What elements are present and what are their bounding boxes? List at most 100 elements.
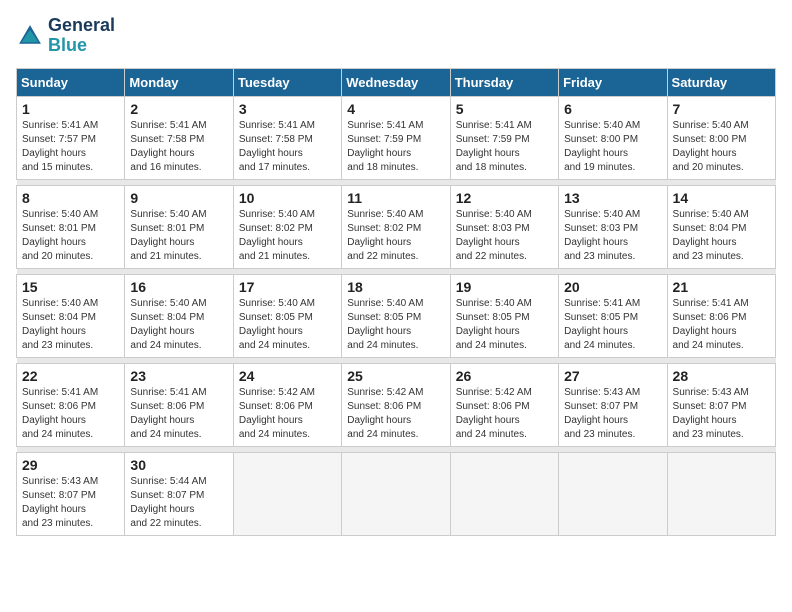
day-number: 23 [130, 368, 227, 384]
page-header: General Blue [16, 16, 776, 56]
calendar-day-cell: 14 Sunrise: 5:40 AMSunset: 8:04 PMDayligh… [667, 185, 775, 268]
weekday-header: Monday [125, 68, 233, 96]
day-number: 25 [347, 368, 444, 384]
logo-icon [16, 22, 44, 50]
calendar-day-cell: 1 Sunrise: 5:41 AMSunset: 7:57 PMDaylight… [17, 96, 125, 179]
day-number: 17 [239, 279, 336, 295]
day-number: 29 [22, 457, 119, 473]
day-detail: Sunrise: 5:40 AMSunset: 8:04 PMDaylight … [130, 298, 206, 351]
day-number: 26 [456, 368, 553, 384]
day-detail: Sunrise: 5:42 AMSunset: 8:06 PMDaylight … [347, 387, 423, 440]
calendar-day-cell: 18 Sunrise: 5:40 AMSunset: 8:05 PMDayligh… [342, 274, 450, 357]
day-number: 7 [673, 101, 770, 117]
day-number: 16 [130, 279, 227, 295]
day-detail: Sunrise: 5:41 AMSunset: 7:59 PMDaylight … [347, 120, 423, 173]
calendar-day-cell [233, 452, 341, 535]
day-detail: Sunrise: 5:43 AMSunset: 8:07 PMDaylight … [564, 387, 640, 440]
weekday-header: Friday [559, 68, 667, 96]
weekday-header: Saturday [667, 68, 775, 96]
calendar-day-cell: 24 Sunrise: 5:42 AMSunset: 8:06 PMDayligh… [233, 363, 341, 446]
day-detail: Sunrise: 5:41 AMSunset: 8:06 PMDaylight … [22, 387, 98, 440]
day-number: 6 [564, 101, 661, 117]
day-detail: Sunrise: 5:41 AMSunset: 8:06 PMDaylight … [130, 387, 206, 440]
calendar-day-cell: 8 Sunrise: 5:40 AMSunset: 8:01 PMDaylight… [17, 185, 125, 268]
calendar-day-cell [342, 452, 450, 535]
weekday-header: Tuesday [233, 68, 341, 96]
day-detail: Sunrise: 5:40 AMSunset: 8:05 PMDaylight … [239, 298, 315, 351]
day-detail: Sunrise: 5:40 AMSunset: 8:03 PMDaylight … [564, 209, 640, 262]
day-detail: Sunrise: 5:41 AMSunset: 7:57 PMDaylight … [22, 120, 98, 173]
day-number: 18 [347, 279, 444, 295]
day-detail: Sunrise: 5:40 AMSunset: 8:03 PMDaylight … [456, 209, 532, 262]
day-number: 9 [130, 190, 227, 206]
calendar-day-cell: 16 Sunrise: 5:40 AMSunset: 8:04 PMDayligh… [125, 274, 233, 357]
weekday-header-row: SundayMondayTuesdayWednesdayThursdayFrid… [17, 68, 776, 96]
calendar-day-cell: 20 Sunrise: 5:41 AMSunset: 8:05 PMDayligh… [559, 274, 667, 357]
day-number: 20 [564, 279, 661, 295]
calendar-day-cell: 19 Sunrise: 5:40 AMSunset: 8:05 PMDayligh… [450, 274, 558, 357]
calendar-day-cell: 7Sunrise: 5:40 AMSunset: 8:00 PMDaylight… [667, 96, 775, 179]
calendar-day-cell: 2 Sunrise: 5:41 AMSunset: 7:58 PMDaylight… [125, 96, 233, 179]
calendar-day-cell: 13 Sunrise: 5:40 AMSunset: 8:03 PMDayligh… [559, 185, 667, 268]
day-detail: Sunrise: 5:41 AMSunset: 7:58 PMDaylight … [130, 120, 206, 173]
calendar-week-row: 29 Sunrise: 5:43 AMSunset: 8:07 PMDayligh… [17, 452, 776, 535]
calendar-day-cell [450, 452, 558, 535]
day-detail: Sunrise: 5:43 AMSunset: 8:07 PMDaylight … [673, 387, 749, 440]
calendar-day-cell: 6 Sunrise: 5:40 AMSunset: 8:00 PMDaylight… [559, 96, 667, 179]
calendar-day-cell: 22 Sunrise: 5:41 AMSunset: 8:06 PMDayligh… [17, 363, 125, 446]
calendar-day-cell: 3 Sunrise: 5:41 AMSunset: 7:58 PMDaylight… [233, 96, 341, 179]
day-number: 10 [239, 190, 336, 206]
day-number: 14 [673, 190, 770, 206]
calendar-day-cell: 5Sunrise: 5:41 AMSunset: 7:59 PMDaylight… [450, 96, 558, 179]
day-number: 24 [239, 368, 336, 384]
day-number: 21 [673, 279, 770, 295]
day-number: 1 [22, 101, 119, 117]
day-detail: Sunrise: 5:40 AMSunset: 8:02 PMDaylight … [347, 209, 423, 262]
day-detail: Sunrise: 5:42 AMSunset: 8:06 PMDaylight … [456, 387, 532, 440]
day-detail: Sunrise: 5:40 AMSunset: 8:01 PMDaylight … [130, 209, 206, 262]
day-detail: Sunrise: 5:42 AMSunset: 8:06 PMDaylight … [239, 387, 315, 440]
calendar-day-cell: 25 Sunrise: 5:42 AMSunset: 8:06 PMDayligh… [342, 363, 450, 446]
day-number: 27 [564, 368, 661, 384]
calendar-day-cell: 27 Sunrise: 5:43 AMSunset: 8:07 PMDayligh… [559, 363, 667, 446]
day-number: 4 [347, 101, 444, 117]
calendar-day-cell: 21Sunrise: 5:41 AMSunset: 8:06 PMDayligh… [667, 274, 775, 357]
day-detail: Sunrise: 5:40 AMSunset: 8:01 PMDaylight … [22, 209, 98, 262]
day-number: 2 [130, 101, 227, 117]
calendar-day-cell: 15Sunrise: 5:40 AMSunset: 8:04 PMDayligh… [17, 274, 125, 357]
day-detail: Sunrise: 5:41 AMSunset: 8:05 PMDaylight … [564, 298, 640, 351]
calendar-day-cell: 11Sunrise: 5:40 AMSunset: 8:02 PMDayligh… [342, 185, 450, 268]
calendar-table: SundayMondayTuesdayWednesdayThursdayFrid… [16, 68, 776, 536]
weekday-header: Thursday [450, 68, 558, 96]
day-number: 15 [22, 279, 119, 295]
day-number: 3 [239, 101, 336, 117]
day-number: 30 [130, 457, 227, 473]
calendar-day-cell [667, 452, 775, 535]
day-number: 12 [456, 190, 553, 206]
calendar-day-cell: 28Sunrise: 5:43 AMSunset: 8:07 PMDayligh… [667, 363, 775, 446]
day-detail: Sunrise: 5:40 AMSunset: 8:05 PMDaylight … [456, 298, 532, 351]
day-detail: Sunrise: 5:40 AMSunset: 8:00 PMDaylight … [564, 120, 640, 173]
calendar-day-cell: 12 Sunrise: 5:40 AMSunset: 8:03 PMDayligh… [450, 185, 558, 268]
calendar-week-row: 8 Sunrise: 5:40 AMSunset: 8:01 PMDaylight… [17, 185, 776, 268]
day-number: 13 [564, 190, 661, 206]
calendar-week-row: 22 Sunrise: 5:41 AMSunset: 8:06 PMDayligh… [17, 363, 776, 446]
calendar-day-cell: 29 Sunrise: 5:43 AMSunset: 8:07 PMDayligh… [17, 452, 125, 535]
logo: General Blue [16, 16, 115, 56]
logo-text: General Blue [48, 16, 115, 56]
day-number: 8 [22, 190, 119, 206]
calendar-day-cell: 10 Sunrise: 5:40 AMSunset: 8:02 PMDayligh… [233, 185, 341, 268]
calendar-week-row: 1 Sunrise: 5:41 AMSunset: 7:57 PMDaylight… [17, 96, 776, 179]
day-detail: Sunrise: 5:40 AMSunset: 8:02 PMDaylight … [239, 209, 315, 262]
day-number: 22 [22, 368, 119, 384]
day-detail: Sunrise: 5:41 AMSunset: 7:58 PMDaylight … [239, 120, 315, 173]
day-detail: Sunrise: 5:43 AMSunset: 8:07 PMDaylight … [22, 476, 98, 529]
day-number: 19 [456, 279, 553, 295]
day-detail: Sunrise: 5:40 AMSunset: 8:05 PMDaylight … [347, 298, 423, 351]
calendar-day-cell: 23 Sunrise: 5:41 AMSunset: 8:06 PMDayligh… [125, 363, 233, 446]
weekday-header: Sunday [17, 68, 125, 96]
calendar-day-cell [559, 452, 667, 535]
day-detail: Sunrise: 5:40 AMSunset: 8:04 PMDaylight … [673, 209, 749, 262]
calendar-day-cell: 4 Sunrise: 5:41 AMSunset: 7:59 PMDaylight… [342, 96, 450, 179]
calendar-day-cell: 9 Sunrise: 5:40 AMSunset: 8:01 PMDaylight… [125, 185, 233, 268]
